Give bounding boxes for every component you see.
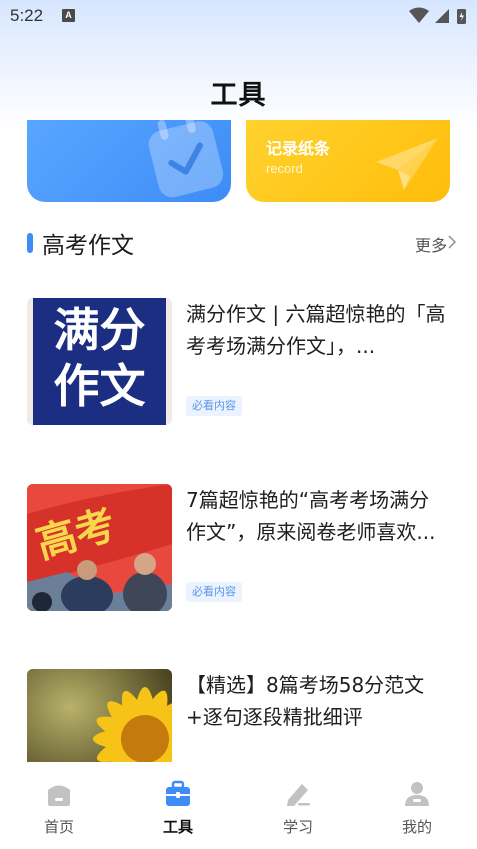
nav-item-home[interactable]: 首页	[19, 780, 99, 837]
nav-label: 首页	[43, 818, 74, 836]
tool-card-record[interactable]: 记录纸条 record	[246, 120, 450, 202]
pen-icon	[287, 784, 310, 806]
nav-item-profile[interactable]: 我的	[377, 780, 457, 837]
tool-card-title: 记录纸条	[266, 139, 331, 158]
article-title: 7篇超惊艳的“高考考场满分作文”，原来阅卷老师喜欢...	[186, 488, 436, 544]
article-thumbnail: 满分 作文	[27, 298, 172, 425]
article-title: 【精选】8篇考场58分范文+逐句逐段精批细评	[186, 673, 425, 729]
thumb-text: 满分	[53, 303, 146, 357]
nav-item-tools[interactable]: 工具	[138, 780, 218, 837]
thumb-text: 作文	[53, 359, 146, 413]
section-title: 高考作文	[42, 233, 134, 259]
nav-label: 我的	[401, 818, 432, 836]
article-item[interactable]: 高考 7篇超惊艳的“高考考场满分作文”，原来阅卷老师喜欢... 必看内容	[0, 484, 477, 614]
status-bar: 5:22 A	[0, 0, 477, 32]
nav-item-study[interactable]: 学习	[258, 780, 338, 837]
section-accent-bar	[27, 233, 33, 253]
article-item[interactable]: 满分 作文 满分作文 | 六篇超惊艳的「高考考场满分作文」，... 必看内容	[0, 298, 477, 428]
article-tag: 必看内容	[186, 582, 242, 602]
chevron-right-icon[interactable]	[447, 232, 457, 252]
notification-a-icon: A	[62, 9, 75, 22]
article-tag: 必看内容	[186, 396, 242, 416]
toolbox-icon	[166, 780, 190, 806]
nav-label: 工具	[162, 818, 193, 836]
signal-icon	[435, 9, 449, 23]
tool-card-subtitle: record	[266, 161, 303, 176]
nav-label: 学习	[282, 818, 313, 836]
article-thumbnail	[27, 669, 172, 762]
tool-card-blue[interactable]	[27, 120, 231, 202]
bottom-nav: 首页 工具 学习 我的	[0, 762, 477, 849]
article-title: 满分作文 | 六篇超惊艳的「高考考场满分作文」，...	[186, 302, 446, 358]
article-thumbnail: 高考	[27, 484, 172, 611]
page-title: 工具	[210, 80, 267, 111]
more-link[interactable]: 更多	[415, 232, 447, 256]
profile-icon	[405, 782, 429, 806]
home-icon	[48, 785, 70, 806]
status-icons	[409, 7, 466, 24]
status-time: 5:22	[10, 6, 44, 25]
section-header: 高考作文 更多	[0, 224, 477, 262]
paper-plane-icon	[376, 138, 438, 190]
article-item[interactable]: 【精选】8篇考场58分范文+逐句逐段精批细评	[0, 669, 477, 762]
wifi-icon	[409, 7, 429, 23]
calendar-check-icon	[148, 120, 224, 198]
